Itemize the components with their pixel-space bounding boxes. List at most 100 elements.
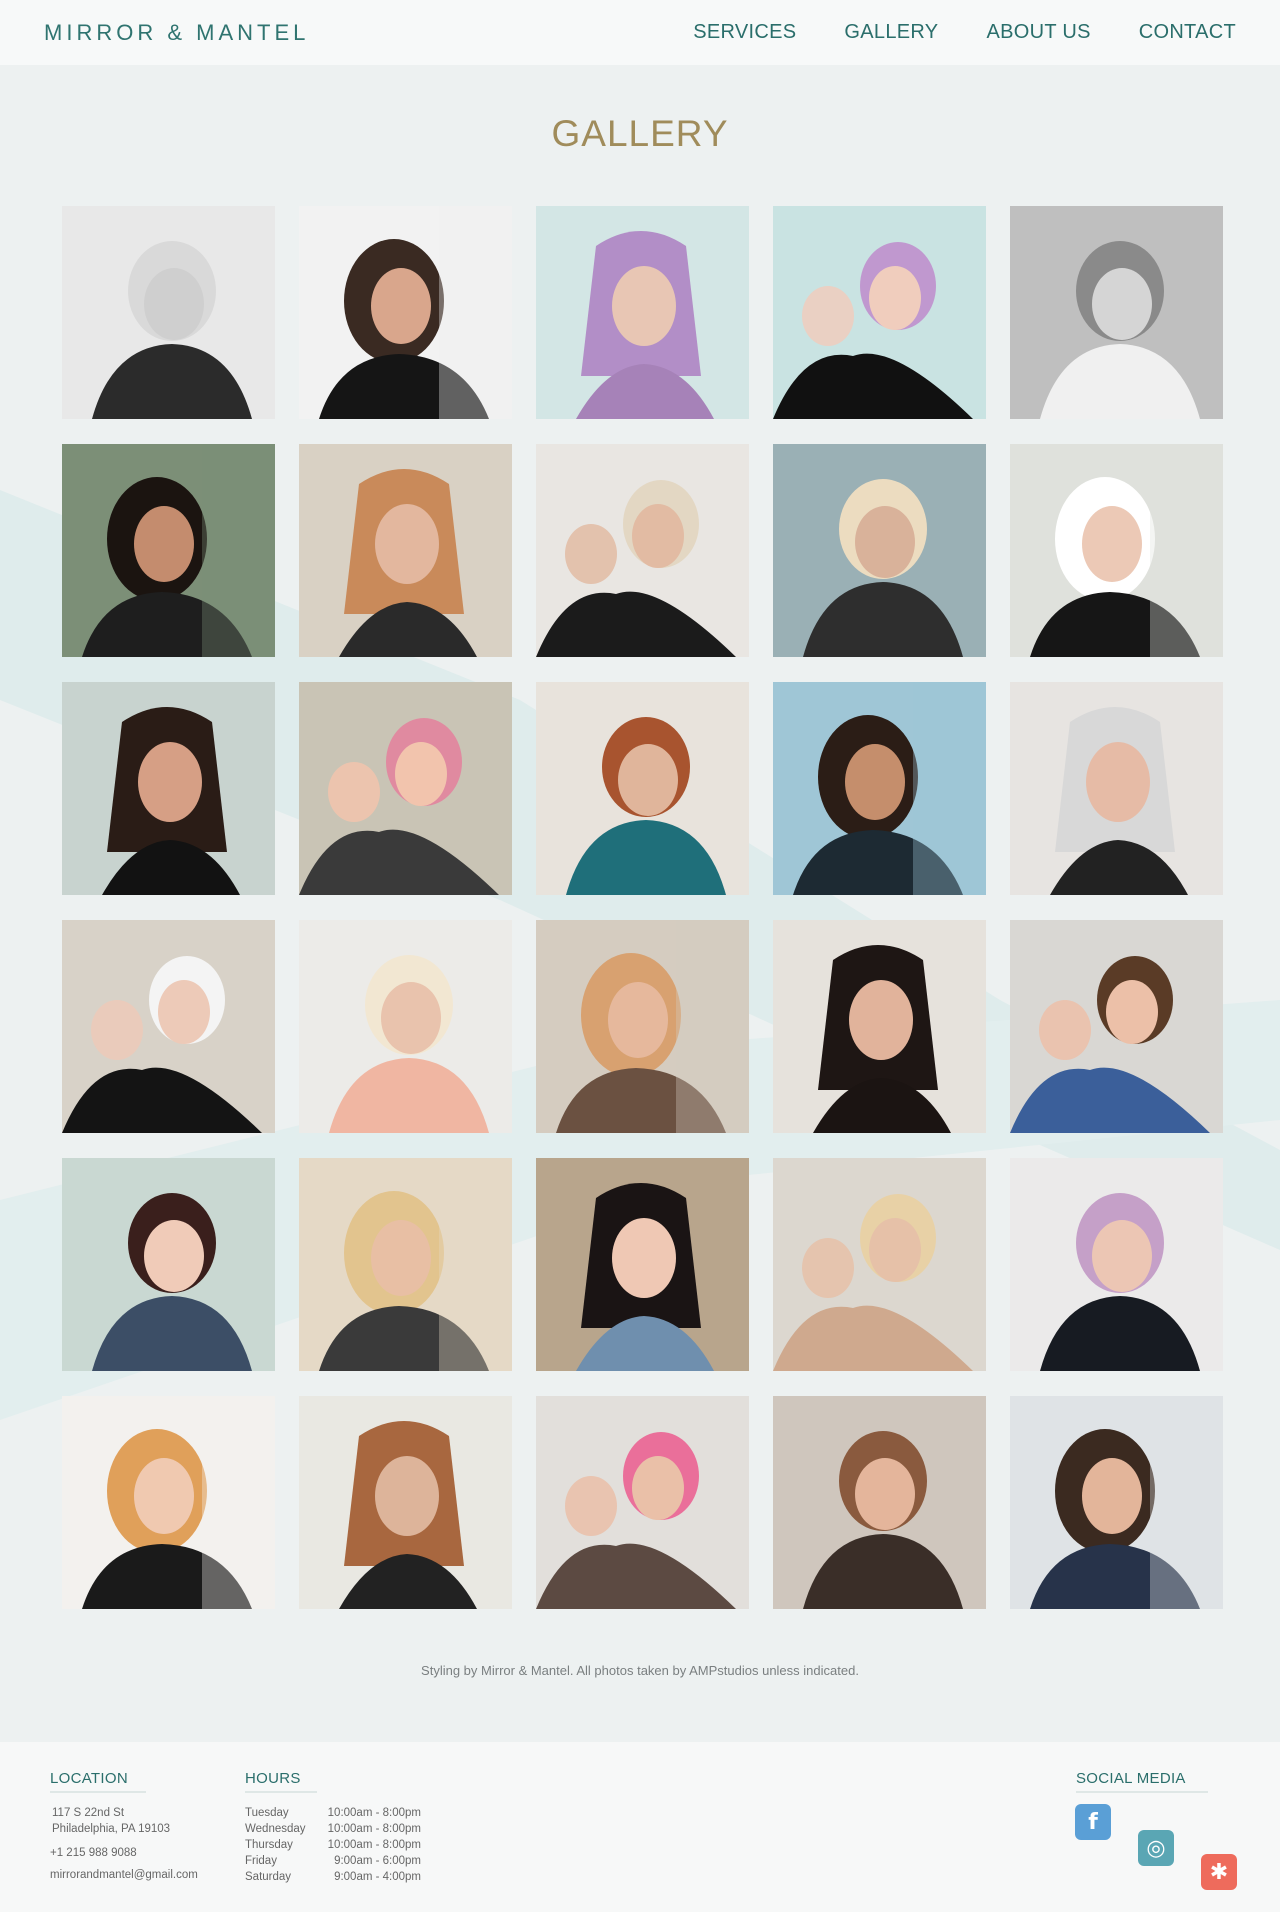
- braid-mustache-image: [62, 682, 275, 895]
- gallery-photo-5[interactable]: [1010, 206, 1223, 419]
- location-heading: LOCATION: [50, 1770, 146, 1793]
- man-smiling-image: [773, 682, 986, 895]
- gallery-photo-28[interactable]: [536, 1396, 749, 1609]
- gallery-photo-12[interactable]: [299, 682, 512, 895]
- hours-day: Tuesday: [245, 1807, 289, 1819]
- lavender-bob-front-image: [773, 206, 986, 419]
- gallery-photo-11[interactable]: [62, 682, 275, 895]
- hours-time: 10:00am - 8:00pm: [327, 1807, 421, 1819]
- denim-shirt-waves-image: [536, 1158, 749, 1371]
- gallery-photo-23[interactable]: [536, 1158, 749, 1371]
- social-heading: SOCIAL MEDIA: [1076, 1770, 1208, 1793]
- braid-portrait-image: [299, 206, 512, 419]
- dryer-cap-client-image: [1010, 444, 1223, 657]
- gallery-photo-14[interactable]: [773, 682, 986, 895]
- hours-row: Wednesday 10:00am - 8:00pm: [245, 1821, 421, 1837]
- nav-services[interactable]: SERVICES: [693, 21, 796, 44]
- long-hair-cut-image: [536, 920, 749, 1133]
- hours-heading: HOURS: [245, 1770, 317, 1793]
- gallery-photo-19[interactable]: [773, 920, 986, 1133]
- blonde-strands-cut-image: [299, 1158, 512, 1371]
- site-footer: LOCATION 117 S 22nd St Philadelphia, PA …: [0, 1742, 1280, 1912]
- main-nav: SERVICES GALLERY ABOUT US CONTACT: [693, 21, 1236, 44]
- gallery-photo-2[interactable]: [299, 206, 512, 419]
- hours-time: 10:00am - 8:00pm: [327, 1823, 421, 1835]
- hours-row: Saturday 9:00am - 4:00pm: [245, 1869, 421, 1885]
- wavy-hair-smile-image: [1010, 920, 1223, 1133]
- hours-day: Thursday: [245, 1839, 293, 1851]
- gallery-photo-1[interactable]: [62, 206, 275, 419]
- nav-gallery[interactable]: GALLERY: [844, 21, 938, 44]
- hours-time: 10:00am - 8:00pm: [327, 1839, 421, 1851]
- gallery-photo-30[interactable]: [1010, 1396, 1223, 1609]
- floral-updo-image: [773, 1158, 986, 1371]
- pink-streaks-cut-image: [536, 1396, 749, 1609]
- photo-credit: Styling by Mirror & Mantel. All photos t…: [421, 1663, 859, 1678]
- gallery-photo-24[interactable]: [773, 1158, 986, 1371]
- salon-sink-wash-image: [299, 1396, 512, 1609]
- pixie-cut-stylist-image: [536, 444, 749, 657]
- teal-top-wash-image: [536, 682, 749, 895]
- gallery-photo-6[interactable]: [62, 444, 275, 657]
- gallery-photo-16[interactable]: [62, 920, 275, 1133]
- copper-bob-back-image: [299, 444, 512, 657]
- hours-day: Friday: [245, 1855, 277, 1867]
- blonde-pixie-color-image: [773, 444, 986, 657]
- yelp-icon[interactable]: ✱: [1201, 1854, 1237, 1890]
- gallery-photo-21[interactable]: [62, 1158, 275, 1371]
- instagram-icon[interactable]: ◎: [1138, 1830, 1174, 1866]
- color-application-image: [1010, 682, 1223, 895]
- bw-seated-woman-image: [62, 206, 275, 419]
- footer-hours: HOURS Tuesday 10:00am - 8:00pm Wednesday 10…: [245, 1770, 421, 1885]
- gallery-photo-3[interactable]: [536, 206, 749, 419]
- dark-angled-bob-image: [773, 920, 986, 1133]
- golden-waves-image: [62, 1396, 275, 1609]
- hours-row: Friday 9:00am - 6:00pm: [245, 1853, 421, 1869]
- page-title: GALLERY: [551, 113, 729, 154]
- nav-contact[interactable]: CONTACT: [1139, 21, 1236, 44]
- gallery-photo-13[interactable]: [536, 682, 749, 895]
- gallery-photo-15[interactable]: [1010, 682, 1223, 895]
- hours-list: Tuesday 10:00am - 8:00pm Wednesday 10:00am …: [245, 1805, 421, 1885]
- gallery-photo-20[interactable]: [1010, 920, 1223, 1133]
- gallery-photo-7[interactable]: [299, 444, 512, 657]
- logo[interactable]: MIRROR & MANTEL: [44, 20, 309, 46]
- gallery-photo-9[interactable]: [773, 444, 986, 657]
- gallery-photo-17[interactable]: [299, 920, 512, 1133]
- bw-hair-wash-image: [1010, 206, 1223, 419]
- stripe-shirt-wash-image: [299, 920, 512, 1133]
- hours-row: Tuesday 10:00am - 8:00pm: [245, 1805, 421, 1821]
- gallery-photo-29[interactable]: [773, 1396, 986, 1609]
- gallery-photo-10[interactable]: [1010, 444, 1223, 657]
- nav-about-us[interactable]: ABOUT US: [986, 21, 1090, 44]
- gallery-photo-25[interactable]: [1010, 1158, 1223, 1371]
- email-link[interactable]: mirrorandmantel@gmail.com: [50, 1867, 198, 1883]
- hours-row: Thursday 10:00am - 8:00pm: [245, 1837, 421, 1853]
- address-line-1: 117 S 22nd St: [52, 1807, 125, 1819]
- gallery-photo-18[interactable]: [536, 920, 749, 1133]
- gallery-photo-22[interactable]: [299, 1158, 512, 1371]
- footer-social: SOCIAL MEDIA: [1076, 1770, 1208, 1793]
- photo-gallery: [62, 206, 1242, 1609]
- site-header: MIRROR & MANTEL SERVICES GALLERY ABOUT U…: [0, 0, 1280, 65]
- hours-time: 9:00am - 6:00pm: [334, 1855, 421, 1867]
- pink-braid-smile-image: [299, 682, 512, 895]
- hours-day: Saturday: [245, 1871, 292, 1883]
- pink-underlayer-image: [773, 1396, 986, 1609]
- reading-magazine-image: [62, 920, 275, 1133]
- phone-number[interactable]: +1 215 988 9088: [50, 1845, 198, 1861]
- lavender-bob-profile-image: [536, 206, 749, 419]
- lavender-fringe-styling-image: [1010, 1158, 1223, 1371]
- facebook-icon[interactable]: f: [1075, 1804, 1111, 1840]
- gallery-photo-4[interactable]: [773, 206, 986, 419]
- vintage-updo-dryer-image: [62, 1158, 275, 1371]
- gallery-photo-8[interactable]: [536, 444, 749, 657]
- group-celebration-image: [1010, 1396, 1223, 1609]
- gallery-photo-26[interactable]: [62, 1396, 275, 1609]
- hours-day: Wednesday: [245, 1823, 306, 1835]
- styling-side-hair-image: [62, 444, 275, 657]
- address-line-2: Philadelphia, PA 19103: [52, 1823, 171, 1835]
- footer-location: LOCATION 117 S 22nd St Philadelphia, PA …: [50, 1770, 198, 1883]
- gallery-photo-27[interactable]: [299, 1396, 512, 1609]
- hours-time: 9:00am - 4:00pm: [334, 1871, 421, 1883]
